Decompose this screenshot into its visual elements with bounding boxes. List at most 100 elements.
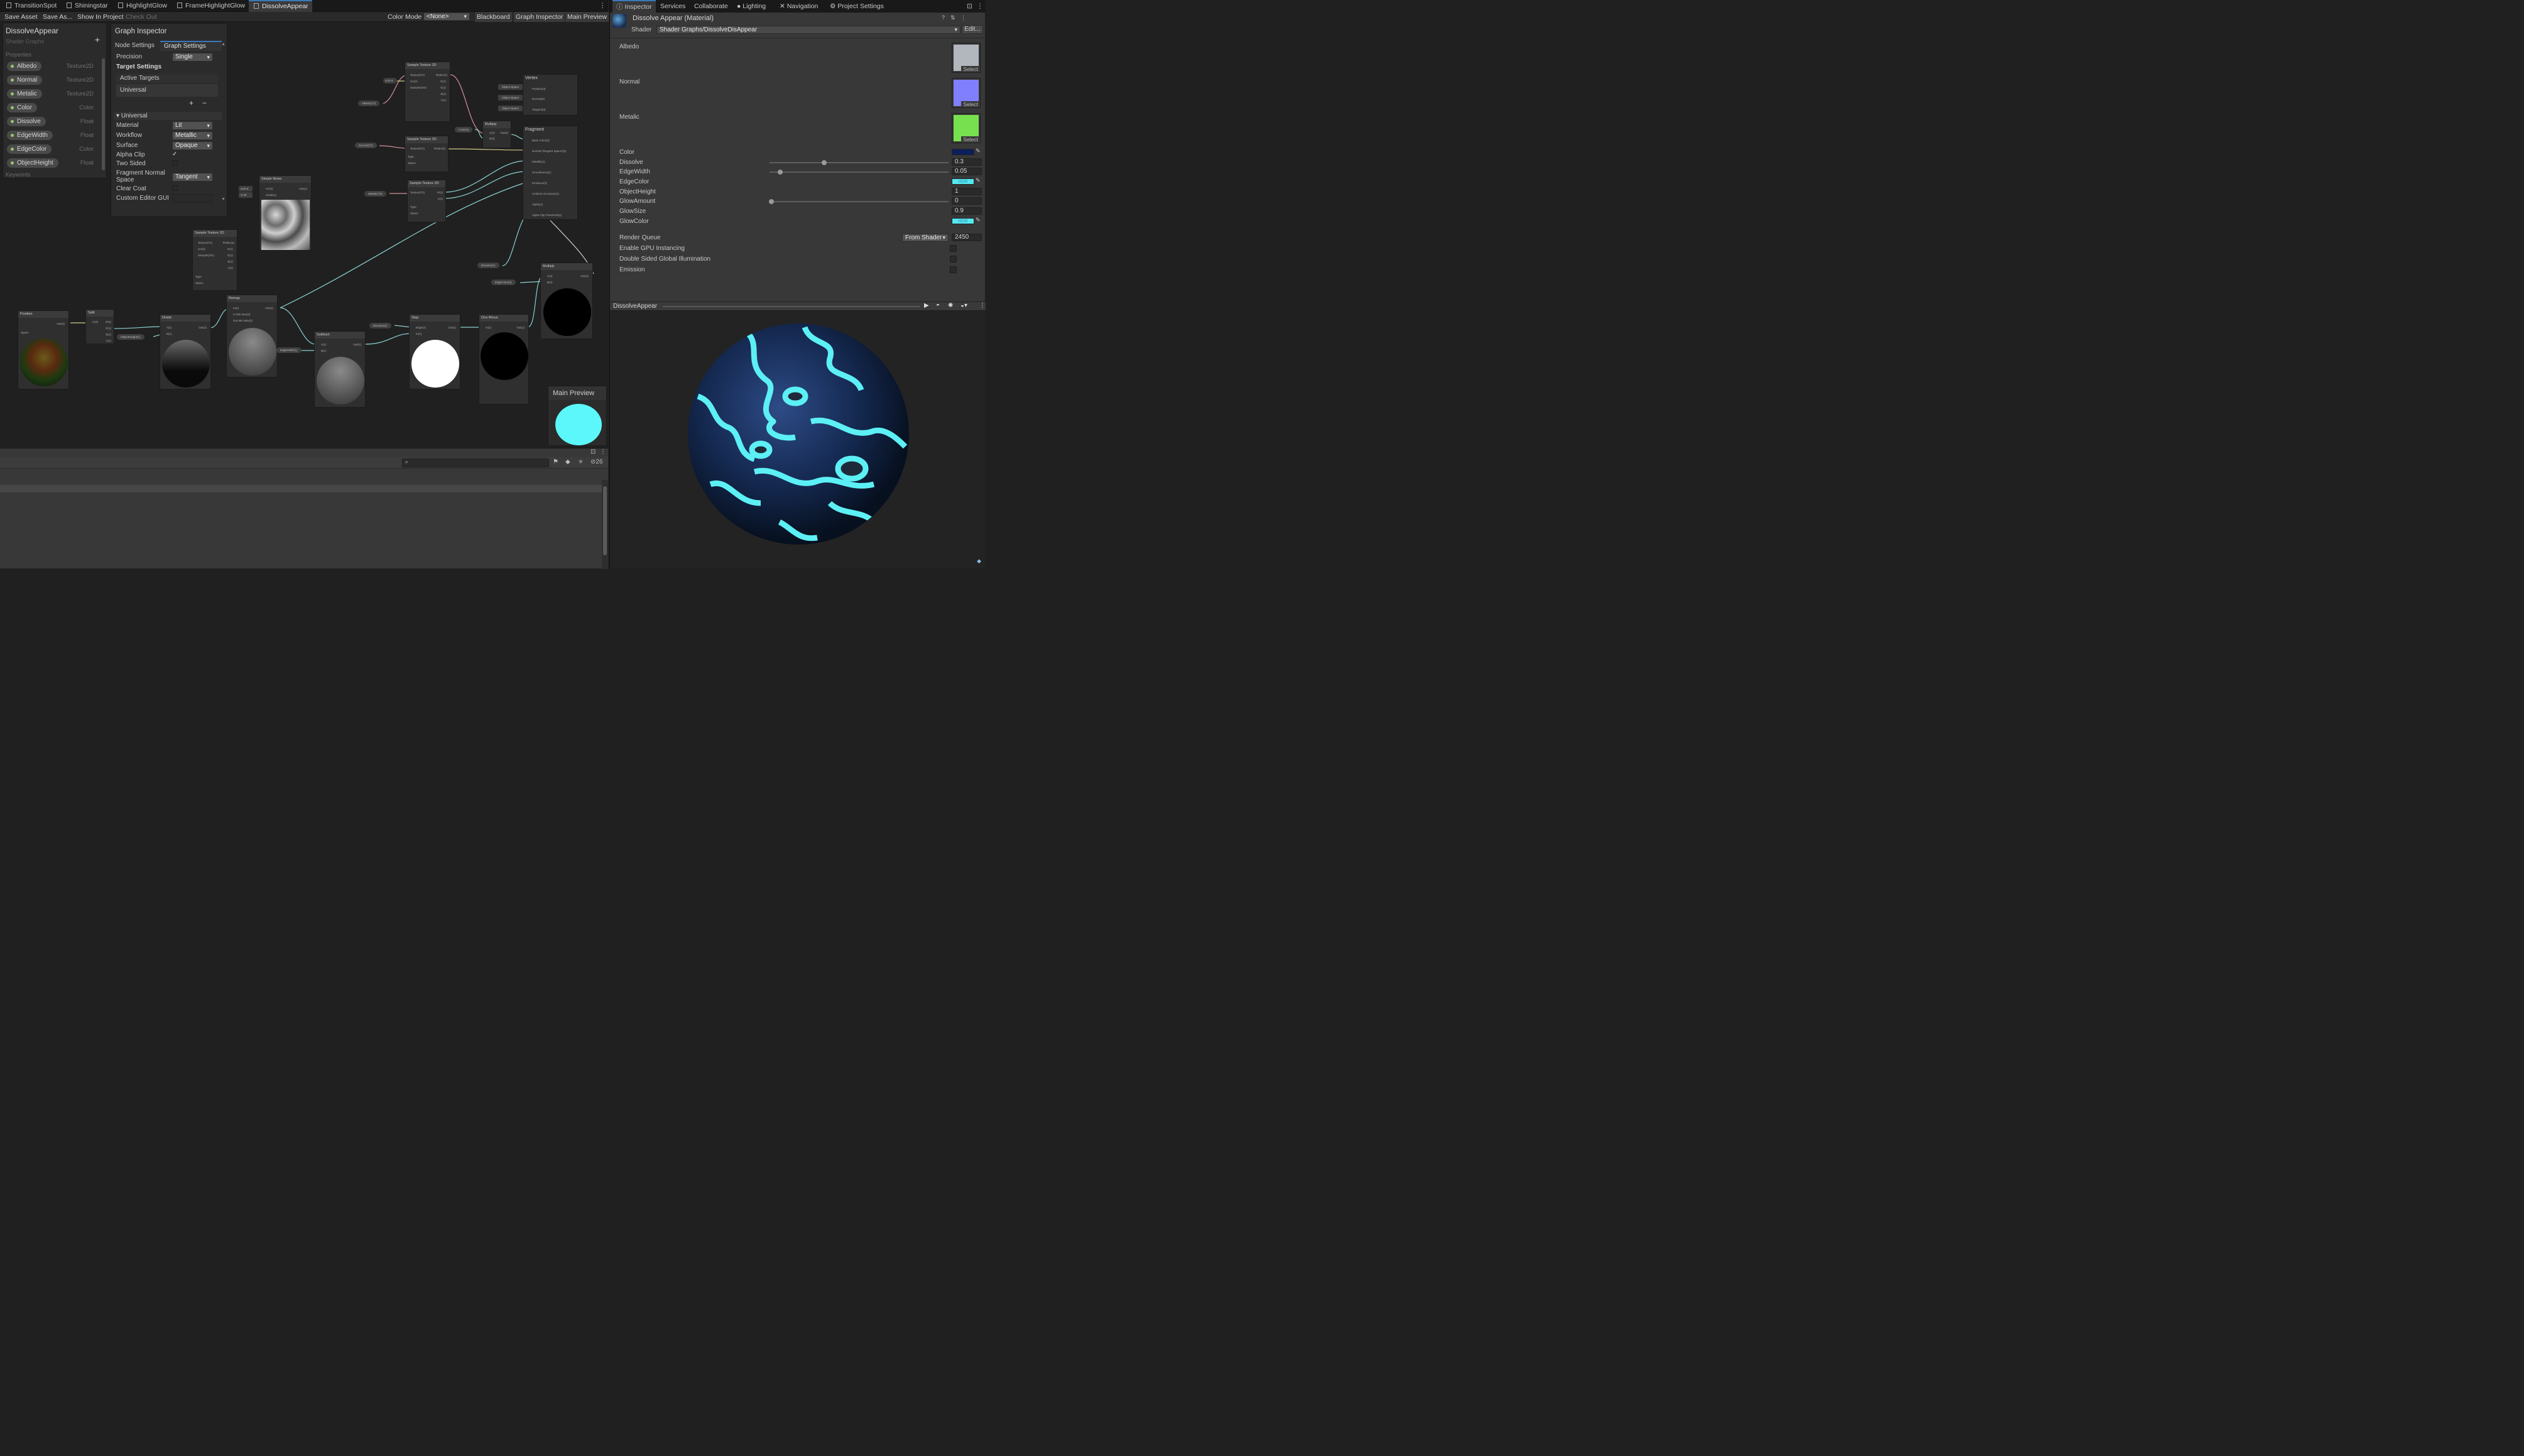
- property-color[interactable]: Color: [7, 103, 37, 112]
- dissolve-property-pill-2[interactable]: Dissolve(1): [477, 263, 499, 268]
- save-asset-button[interactable]: Save Asset: [3, 12, 40, 22]
- edgewidth-slider-knob[interactable]: [778, 170, 783, 175]
- universal-section-header[interactable]: ▾ Universal: [114, 112, 222, 120]
- precision-dropdown[interactable]: Single: [172, 53, 213, 62]
- vertex-tangent-space[interactable]: Object Space: [498, 106, 523, 111]
- console-scrollbar[interactable]: [602, 480, 608, 569]
- color-mode-dropdown[interactable]: <None>: [423, 13, 470, 21]
- dissolve-slider-knob[interactable]: [822, 160, 827, 165]
- tab-shiningstar[interactable]: Shiningstar: [62, 0, 112, 12]
- fragment-context-block[interactable]: Fragment Base Color(3) Normal (Tangent S…: [523, 126, 578, 220]
- fragment-normal-dropdown[interactable]: Tangent: [172, 173, 213, 182]
- sample-texture-node-2[interactable]: Sample Texture 2D Texture(T2) RGBA(4) Ty…: [405, 136, 449, 172]
- menu-icon[interactable]: ⋮: [600, 448, 606, 455]
- edgecolor-hdr-swatch[interactable]: HDR: [952, 178, 974, 185]
- main-preview-window[interactable]: Main Preview: [548, 386, 607, 446]
- dissolve-slider-track[interactable]: [770, 162, 949, 163]
- normal-texture-slot[interactable]: Select: [952, 78, 981, 108]
- tab-collaborate[interactable]: Collaborate: [694, 0, 728, 13]
- remove-target-button[interactable]: −: [202, 99, 207, 107]
- metalic-texture-slot[interactable]: Select: [952, 113, 981, 143]
- divide-node[interactable]: Divide A(1) B(1) Out(1): [160, 314, 211, 389]
- eyedropper-icon[interactable]: ✎: [976, 177, 981, 184]
- property-edgewidth[interactable]: EdgeWidth: [7, 131, 53, 140]
- gpu-instancing-checkbox[interactable]: [950, 245, 957, 252]
- edgewidth-value-field[interactable]: 0.05: [952, 168, 982, 175]
- console-search-input[interactable]: ⌕: [402, 459, 549, 467]
- add-target-button[interactable]: +: [189, 99, 193, 107]
- normal-property-pill[interactable]: Normal(T2): [355, 143, 377, 148]
- dissolve-value-field[interactable]: 0.3: [952, 158, 982, 166]
- subtract-node[interactable]: Subtract A(1) B(1) Out(1): [314, 331, 366, 408]
- tab-menu-icon[interactable]: ⋮: [597, 0, 609, 12]
- blackboard-toggle[interactable]: Blackboard: [474, 12, 512, 22]
- material-dropdown[interactable]: Lit: [172, 121, 213, 130]
- tab-inspector[interactable]: ⓘ Inspector: [612, 0, 656, 13]
- noise-scale-field[interactable]: X 30: [239, 192, 253, 198]
- albedo-property-pill[interactable]: Albedo(T2): [358, 101, 380, 106]
- property-edgecolor[interactable]: EdgeColor: [7, 144, 52, 154]
- tab-highlightglow[interactable]: HighlightGlow: [113, 0, 171, 12]
- filter-icon[interactable]: ⚑: [553, 459, 558, 465]
- remap-node[interactable]: Remap In(1) In Min Max(2) Out Min Max(2)…: [226, 295, 278, 378]
- render-queue-dropdown[interactable]: From Shader: [902, 234, 949, 242]
- preset-icon[interactable]: ⇅: [950, 14, 955, 21]
- double-sided-gi-checkbox[interactable]: [950, 256, 957, 263]
- tag-icon[interactable]: ◆: [565, 459, 570, 465]
- dissolve-property-pill-1[interactable]: Dissolve(1): [369, 323, 391, 329]
- sphere-mesh-icon[interactable]: ◓: [936, 302, 940, 309]
- context-menu-icon[interactable]: ⋮: [960, 14, 966, 21]
- glowamount-slider-knob[interactable]: [769, 199, 774, 204]
- lock-icon[interactable]: ⊡: [967, 0, 972, 13]
- glowamount-value-field[interactable]: 0: [952, 197, 982, 205]
- blackboard-scrollbar[interactable]: [102, 58, 105, 170]
- property-albedo[interactable]: Albedo: [7, 62, 42, 71]
- tab-framehighlightglow[interactable]: FrameHighlightGlow: [172, 0, 249, 12]
- main-preview-toggle[interactable]: Main Preview: [565, 12, 609, 22]
- sample-texture-node-3[interactable]: Sample Texture 2D Texture(T2) R(1) A(1) …: [407, 180, 446, 222]
- uv-dropdown-noise[interactable]: UV0 ▾: [239, 186, 253, 192]
- edgecolor-property-pill[interactable]: EdgeColor(4): [491, 280, 516, 285]
- select-button[interactable]: Select: [961, 136, 980, 143]
- one-minus-node[interactable]: One Minus In(1) Out(1): [479, 314, 529, 405]
- objectheight-value-field[interactable]: 1: [952, 188, 982, 195]
- color-swatch[interactable]: [952, 149, 974, 155]
- property-metalic[interactable]: Metalic: [7, 89, 42, 99]
- tag-icon[interactable]: ◆: [977, 558, 981, 565]
- hidden-count[interactable]: ⊘26: [590, 459, 603, 465]
- tab-transitionspot[interactable]: TransitionSpot: [1, 0, 60, 12]
- workflow-dropdown[interactable]: Metallic: [172, 131, 213, 140]
- split-node[interactable]: Split In(4) R(1) G(1) B(1) A(1): [85, 309, 114, 344]
- graph-inspector-toggle[interactable]: Graph Inspector: [513, 12, 565, 22]
- simple-noise-node[interactable]: Simple Noise UV(2) Scale(1) Out(1): [259, 175, 312, 251]
- objectheight-property-pill[interactable]: ObjectHeight(1): [117, 334, 144, 340]
- alpha-clip-checkbox[interactable]: ✓: [172, 151, 177, 158]
- scroll-up-arrow[interactable]: ▲: [221, 42, 226, 46]
- render-queue-value-field[interactable]: 2450: [952, 234, 982, 241]
- preview-resize-handle[interactable]: [663, 306, 920, 307]
- tab-lighting[interactable]: ● Lighting: [737, 0, 766, 13]
- vertex-context-block[interactable]: Vertex Position(3) Normal(3) Tangent(3): [523, 74, 578, 116]
- lock-icon[interactable]: ⊡: [590, 448, 596, 455]
- property-normal[interactable]: Normal: [7, 75, 43, 85]
- position-node[interactable]: Position Out(3) Space: [18, 310, 69, 389]
- sample-texture-node-4[interactable]: Sample Texture 2D Texture(T2) UV(2) Samp…: [192, 229, 237, 291]
- background-icon[interactable]: ◒▾: [960, 302, 967, 309]
- show-in-project-button[interactable]: Show In Project: [75, 12, 126, 22]
- emission-checkbox[interactable]: [950, 266, 957, 273]
- light-icon[interactable]: ✺: [948, 302, 953, 309]
- tab-graph-settings[interactable]: Graph Settings: [160, 41, 222, 51]
- eyedropper-icon[interactable]: ✎: [976, 217, 981, 224]
- help-icon[interactable]: ?: [942, 14, 945, 21]
- metalic-property-pill[interactable]: Metalic(T2): [364, 191, 386, 197]
- edit-shader-button[interactable]: Edit...: [962, 25, 983, 34]
- save-as-button[interactable]: Save As...: [41, 12, 74, 22]
- surface-dropdown[interactable]: Opaque: [172, 141, 213, 150]
- multiply-node-2[interactable]: Multiply A(4) B(4) Out(4): [540, 263, 593, 339]
- edgewidth-property-pill[interactable]: EdgeWidth(1): [276, 347, 302, 353]
- uv-dropdown-1[interactable]: UV0 ▾: [383, 78, 397, 84]
- two-sided-checkbox[interactable]: [172, 160, 178, 166]
- glowamount-slider-track[interactable]: [770, 201, 949, 202]
- property-objectheight[interactable]: ObjectHeight: [7, 158, 58, 168]
- select-button[interactable]: Select: [961, 101, 980, 107]
